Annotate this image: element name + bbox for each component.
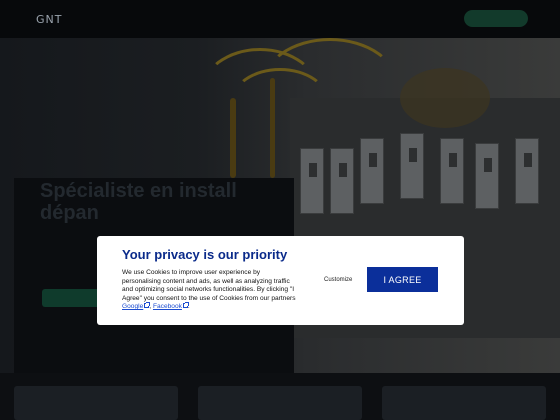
breaker-2	[330, 148, 354, 214]
service-card-1[interactable]	[14, 386, 178, 420]
google-link[interactable]: Google	[122, 303, 143, 310]
external-link-icon	[144, 302, 151, 308]
service-card-3[interactable]	[382, 386, 546, 420]
breaker-6	[475, 143, 499, 209]
site-logo[interactable]: GNT	[36, 13, 62, 26]
light-glow	[400, 68, 490, 128]
facebook-link[interactable]: Facebook	[153, 303, 182, 310]
cookie-consent-modal: Your privacy is our priority We use Cook…	[97, 236, 464, 325]
service-card-2[interactable]	[198, 386, 362, 420]
cookie-modal-title: Your privacy is our priority	[122, 247, 288, 262]
breaker-7	[515, 138, 539, 204]
breaker-4	[400, 133, 424, 199]
agree-button[interactable]: I AGREE	[367, 267, 438, 292]
wire	[260, 38, 400, 138]
external-link-icon	[182, 302, 189, 308]
hero-title: Spécialiste en install dépan	[40, 180, 237, 224]
customize-button[interactable]: Customize	[324, 277, 352, 283]
cable	[230, 98, 236, 178]
cable	[270, 78, 275, 178]
header-cta-button[interactable]	[464, 10, 528, 27]
breaker-1	[300, 148, 324, 214]
breaker-5	[440, 138, 464, 204]
site-header: GNT	[0, 0, 560, 38]
cookie-modal-body: We use Cookies to improve user experienc…	[122, 269, 296, 302]
breaker-3	[360, 138, 384, 204]
cookie-modal-text: We use Cookies to improve user experienc…	[122, 269, 297, 312]
